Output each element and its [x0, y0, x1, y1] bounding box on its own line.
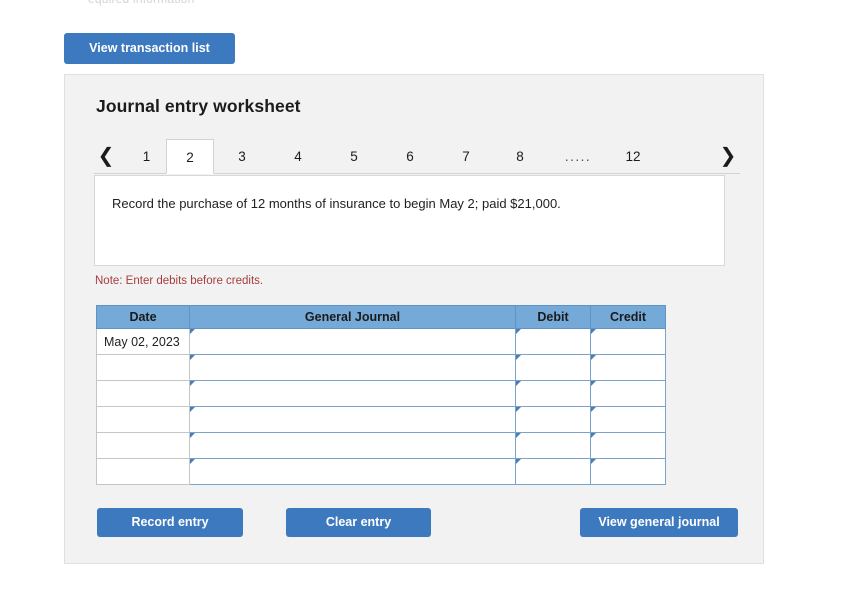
worksheet-tab-strip: ❮ ❯ 1 2 3 4 5 6 7 8..... 12	[94, 134, 740, 174]
cell-date[interactable]	[96, 458, 190, 485]
cell-date[interactable]	[96, 354, 190, 381]
cell-credit[interactable]	[590, 458, 666, 485]
transaction-prompt-box: Record the purchase of 12 months of insu…	[94, 175, 725, 266]
cell-credit[interactable]	[590, 354, 666, 381]
table-header-row: Date General Journal Debit Credit	[96, 305, 666, 329]
table-row	[96, 458, 666, 485]
view-general-journal-button[interactable]: View general journal	[580, 508, 738, 537]
journal-entry-worksheet-panel: Journal entry worksheet ❮ ❯ 1 2 3 4 5 6 7 8....…	[64, 74, 764, 564]
cell-general-journal[interactable]	[189, 458, 516, 485]
tab-2[interactable]: 2	[166, 139, 214, 174]
cell-credit[interactable]	[590, 406, 666, 433]
record-entry-button[interactable]: Record entry	[97, 508, 243, 537]
tab-ellipsis: .....	[564, 149, 592, 164]
cell-date[interactable]: May 02, 2023	[96, 328, 190, 355]
cell-general-journal[interactable]	[189, 328, 516, 355]
column-header-date: Date	[96, 305, 190, 329]
cell-debit[interactable]	[515, 354, 591, 381]
table-row	[96, 406, 666, 433]
cell-date[interactable]	[96, 406, 190, 433]
cell-debit[interactable]	[515, 458, 591, 485]
page-title: Journal entry worksheet	[96, 96, 301, 116]
tab-5[interactable]: 5	[326, 139, 382, 174]
chevron-right-icon[interactable]: ❯	[716, 142, 740, 168]
table-row: May 02, 2023	[96, 328, 666, 355]
cell-date[interactable]	[96, 380, 190, 407]
tab-1[interactable]: 1	[127, 139, 166, 174]
cell-credit[interactable]	[590, 328, 666, 355]
table-row	[96, 380, 666, 407]
cell-debit[interactable]	[515, 328, 591, 355]
tab-3[interactable]: 3	[214, 139, 270, 174]
table-body: May 02, 2023	[96, 328, 666, 485]
cell-debit[interactable]	[515, 406, 591, 433]
clipped-top-text: equired information	[88, 0, 195, 6]
clear-entry-button[interactable]: Clear entry	[286, 508, 431, 537]
cell-credit[interactable]	[590, 380, 666, 407]
journal-entry-table: Date General Journal Debit Credit May 02…	[96, 305, 666, 485]
cell-general-journal[interactable]	[189, 432, 516, 459]
column-header-general-journal: General Journal	[189, 305, 516, 329]
tab-8[interactable]: 8	[494, 139, 546, 174]
tab-12[interactable]: 12	[610, 139, 656, 174]
cell-credit[interactable]	[590, 432, 666, 459]
debits-before-credits-note: Note: Enter debits before credits.	[95, 275, 264, 287]
cell-date[interactable]	[96, 432, 190, 459]
column-header-credit: Credit	[590, 305, 666, 329]
tab-6[interactable]: 6	[382, 139, 438, 174]
tab-7[interactable]: 7	[438, 139, 494, 174]
tab-4[interactable]: 4	[270, 139, 326, 174]
cell-general-journal[interactable]	[189, 406, 516, 433]
transaction-prompt-text: Record the purchase of 12 months of insu…	[112, 196, 561, 211]
cell-general-journal[interactable]	[189, 380, 516, 407]
chevron-left-icon[interactable]: ❮	[94, 142, 118, 168]
cell-debit[interactable]	[515, 432, 591, 459]
table-row	[96, 432, 666, 459]
table-row	[96, 354, 666, 381]
column-header-debit: Debit	[515, 305, 591, 329]
view-transaction-list-button[interactable]: View transaction list	[64, 33, 235, 64]
cell-debit[interactable]	[515, 380, 591, 407]
cell-general-journal[interactable]	[189, 354, 516, 381]
